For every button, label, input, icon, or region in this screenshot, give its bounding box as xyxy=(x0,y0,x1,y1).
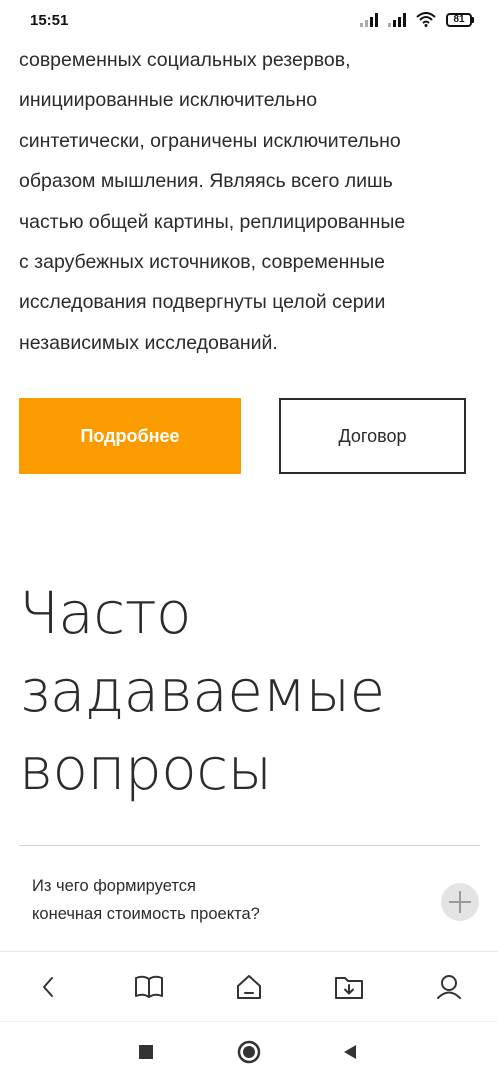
wifi-icon xyxy=(416,12,436,27)
faq-question: Из чего формируется конечная стоимость п… xyxy=(32,872,362,928)
faq-heading: Часто задаваемые вопросы xyxy=(19,574,479,808)
system-nav-bar xyxy=(0,1021,498,1081)
article-line: исследования подвергнуты целой серии xyxy=(19,291,386,314)
expand-plus-icon[interactable] xyxy=(441,883,479,921)
faq-heading-line: вопросы xyxy=(19,735,272,803)
signal-icon xyxy=(360,12,378,27)
download-folder-icon[interactable] xyxy=(332,970,366,1004)
faq-heading-line: Часто xyxy=(19,579,192,647)
article-line: частью общей картины, реплицированные xyxy=(19,210,406,233)
faq-question-line: Из чего формируется xyxy=(32,877,196,895)
browser-toolbar xyxy=(0,951,498,1022)
profile-icon[interactable] xyxy=(432,970,466,1004)
faq-heading-line: задаваемые xyxy=(19,657,385,725)
article-line: образом мышления. Являясь всего лишь xyxy=(19,170,393,193)
recents-icon[interactable] xyxy=(134,1040,158,1064)
faq-question-line: конечная стоимость проекта? xyxy=(32,905,260,923)
battery-level: 81 xyxy=(446,12,472,27)
faq-item[interactable]: Из чего формируется конечная стоимость п… xyxy=(19,846,480,951)
battery-icon: 81 xyxy=(446,12,474,27)
article-line: синтетически, ограничены исключительно xyxy=(19,129,401,152)
status-bar: 15:51 81 xyxy=(0,0,498,44)
signal-icon xyxy=(388,12,406,27)
home-icon[interactable] xyxy=(232,970,266,1004)
back-icon[interactable] xyxy=(32,970,66,1004)
article-line: инициированные исключительно xyxy=(19,89,318,112)
article-body: современных социальных резервов, инициир… xyxy=(19,40,479,363)
article-line: современных социальных резервов, xyxy=(19,49,351,71)
book-icon[interactable] xyxy=(132,970,166,1004)
details-button[interactable]: Подробнее xyxy=(19,398,241,474)
article-line: с зарубежных источников, современные xyxy=(19,251,386,274)
status-icons: 81 xyxy=(360,12,474,27)
back-triangle-icon[interactable] xyxy=(338,1040,362,1064)
status-time: 15:51 xyxy=(30,12,69,29)
article-line: независимых исследований. xyxy=(19,331,278,354)
contract-button[interactable]: Договор xyxy=(279,398,466,474)
home-circle-icon[interactable] xyxy=(237,1040,261,1064)
